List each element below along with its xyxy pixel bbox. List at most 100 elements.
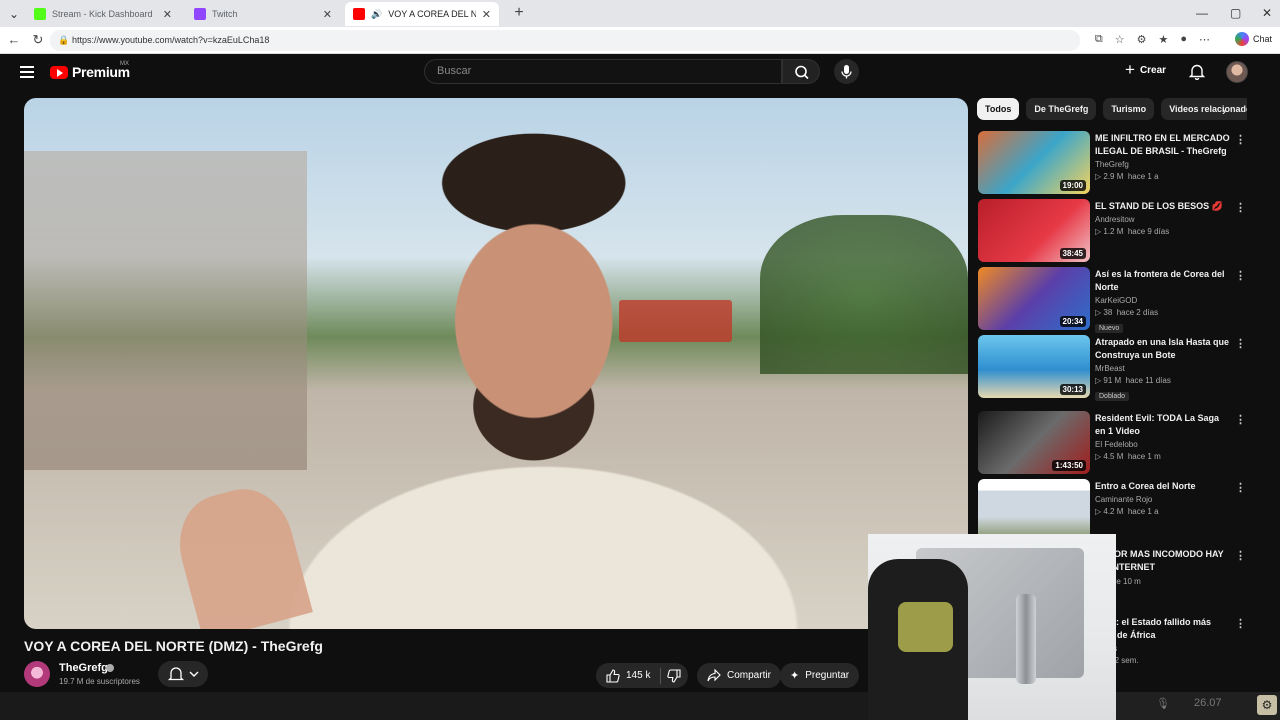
video-info: Atrapado en una Isla Hasta que Construya… <box>1095 336 1230 403</box>
video-frame-trees <box>760 214 968 375</box>
tab-menu-icon[interactable]: ⌄ <box>4 4 24 24</box>
tab-youtube[interactable]: 🔊 VOY A COREA DEL NORTE (DMZ ✕ <box>345 2 499 26</box>
dislike-button[interactable] <box>660 663 688 688</box>
split-screen-icon[interactable]: ⧉ <box>1095 33 1103 46</box>
gear-icon[interactable]: ⚙ <box>1257 695 1277 715</box>
subscription-bell-button[interactable] <box>158 661 208 687</box>
search-button[interactable] <box>782 59 820 84</box>
tab-twitch[interactable]: Twitch ✕ <box>186 2 340 26</box>
notifications-button[interactable] <box>1188 63 1206 85</box>
tab-title: VOY A COREA DEL NORTE (DMZ <box>388 9 476 19</box>
upload-age: hace 1 a <box>1127 507 1159 516</box>
minimize-icon[interactable]: — <box>1196 6 1208 20</box>
extensions-icon[interactable]: ⚙ <box>1137 33 1147 46</box>
more-vert-icon[interactable]: ⋮ <box>1235 337 1246 350</box>
chip-turismo[interactable]: Turismo <box>1103 98 1155 120</box>
video-player[interactable] <box>24 98 968 629</box>
copilot-icon <box>1234 32 1249 46</box>
youtube-logo[interactable]: Premium MX <box>50 61 130 80</box>
more-vert-icon[interactable]: ⋮ <box>1235 201 1246 214</box>
like-count: 145 k <box>626 670 651 681</box>
video-thumbnail[interactable] <box>978 479 1090 542</box>
chip-todos[interactable]: Todos <box>977 98 1020 120</box>
video-title[interactable]: Entro a Corea del Norte <box>1095 480 1230 493</box>
view-count: 91 M <box>1103 376 1122 385</box>
video-thumbnail[interactable]: 38:45 <box>978 199 1090 262</box>
channel-name[interactable]: Caminante Rojo <box>1095 495 1230 504</box>
more-icon[interactable]: ⋯ <box>1199 33 1210 46</box>
url-text: https://www.youtube.com/watch?v=kzaEuLCh… <box>72 35 270 45</box>
copilot-chat-button[interactable]: Chat <box>1234 32 1272 46</box>
list-item[interactable]: 1:43:50 Resident Evil: TODA La Saga en 1… <box>978 411 1258 479</box>
video-thumbnail[interactable]: 1:43:50 <box>978 411 1090 474</box>
upload-age: hace 1 a <box>1127 172 1159 181</box>
filter-chips: Todos De TheGrefg Turismo Videos relacio… <box>977 98 1247 120</box>
video-thumbnail[interactable]: 20:34 <box>978 267 1090 330</box>
create-button[interactable]: + Crear <box>1125 61 1166 78</box>
ask-button[interactable]: ✦ Preguntar <box>780 663 860 688</box>
lock-icon[interactable]: 🔒 <box>58 30 69 51</box>
video-title[interactable]: Así es la frontera de Corea del Norte <box>1095 268 1230 294</box>
more-vert-icon[interactable]: ⋮ <box>1235 269 1246 282</box>
view-count: 4.5 M <box>1103 452 1124 461</box>
mic-icon: 🎙 <box>1156 698 1170 710</box>
channel-name[interactable]: TheGrefg <box>1095 160 1230 169</box>
window-close-icon[interactable]: ✕ <box>1262 6 1272 20</box>
more-vert-icon[interactable]: ⋮ <box>1235 549 1246 562</box>
account-avatar[interactable] <box>1226 61 1248 83</box>
chevron-right-icon[interactable]: › <box>1222 104 1226 118</box>
video-info: EL STAND DE LOS BESOS 💋 Andresitow ▷ 1.2… <box>1095 200 1230 236</box>
close-icon[interactable]: ✕ <box>323 8 332 21</box>
list-item[interactable]: 19:00 ME INFILTRO EN EL MERCADO ILEGAL D… <box>978 131 1258 199</box>
list-item[interactable]: 20:34 Así es la frontera de Corea del No… <box>978 267 1258 335</box>
video-thumbnail[interactable]: 30:13 <box>978 335 1090 398</box>
video-meta: ▷ 1.2 M hace 9 días <box>1095 227 1170 236</box>
bell-icon <box>167 667 199 681</box>
close-icon[interactable]: ✕ <box>163 8 172 21</box>
channel-name[interactable]: TheGrefg <box>59 662 108 674</box>
video-frame-background <box>24 151 308 470</box>
channel-name[interactable]: MrBeast <box>1095 364 1230 373</box>
video-info: Así es la frontera de Corea del Norte Ka… <box>1095 268 1230 335</box>
close-icon[interactable]: ✕ <box>482 8 491 21</box>
channel-name[interactable]: KarKeiGOD <box>1095 296 1230 305</box>
channel-row: TheGrefg 19.7 M de suscriptores 145 k Co… <box>24 661 964 691</box>
channel-avatar[interactable] <box>24 661 50 687</box>
channel-name[interactable]: El Fedelobo <box>1095 440 1230 449</box>
channel-name[interactable]: Andresitow <box>1095 215 1230 224</box>
collections-icon[interactable]: ★ <box>1158 33 1168 46</box>
speaker-icon[interactable]: 🔊 <box>371 9 382 20</box>
address-bar[interactable]: 🔒 https://www.youtube.com/watch?v=kzaEuL… <box>50 30 1080 51</box>
chip-de-thegrefg[interactable]: De TheGrefg <box>1026 98 1097 120</box>
more-vert-icon[interactable]: ⋮ <box>1235 617 1246 630</box>
tab-kick[interactable]: Stream - Kick Dashboard ✕ <box>26 2 180 26</box>
list-item[interactable]: 30:13 Atrapado en una Isla Hasta que Con… <box>978 335 1258 411</box>
dubbed-badge: Doblado <box>1095 392 1130 401</box>
menu-icon[interactable] <box>20 66 34 78</box>
video-title[interactable]: Resident Evil: TODA La Saga en 1 Video <box>1095 412 1230 438</box>
video-title[interactable]: ME INFILTRO EN EL MERCADO ILEGAL DE BRAS… <box>1095 132 1230 158</box>
reload-icon[interactable]: ↻ <box>30 32 46 48</box>
share-button[interactable]: Compartir <box>697 663 781 688</box>
mic-icon <box>841 65 852 79</box>
more-vert-icon[interactable]: ⋮ <box>1235 481 1246 494</box>
list-item[interactable]: 38:45 EL STAND DE LOS BESOS 💋 Andresitow… <box>978 199 1258 267</box>
new-tab-button[interactable]: + <box>510 4 528 22</box>
voice-search-button[interactable] <box>834 59 859 84</box>
favorites-icon[interactable]: ☆ <box>1115 33 1125 46</box>
video-thumbnail[interactable]: 19:00 <box>978 131 1090 194</box>
video-title[interactable]: EL STAND DE LOS BESOS 💋 <box>1095 200 1230 213</box>
back-icon[interactable]: ← <box>6 32 22 48</box>
youtube-header: Premium MX Buscar + Crear <box>3 54 1280 94</box>
chip-videos-relacionados[interactable]: Videos relacionados <box>1161 98 1247 120</box>
video-meta: ▷ 2.9 M hace 1 a <box>1095 172 1159 181</box>
more-vert-icon[interactable]: ⋮ <box>1235 133 1246 146</box>
search-input[interactable]: Buscar <box>424 59 782 84</box>
more-vert-icon[interactable]: ⋮ <box>1235 413 1246 426</box>
duration-label: 38:45 <box>1059 248 1086 259</box>
share-label: Compartir <box>727 670 771 681</box>
view-count: 38 <box>1103 308 1113 317</box>
video-title[interactable]: Atrapado en una Isla Hasta que Construya… <box>1095 336 1230 362</box>
profile-icon[interactable]: ● <box>1180 33 1187 46</box>
maximize-icon[interactable]: ▢ <box>1230 6 1241 20</box>
